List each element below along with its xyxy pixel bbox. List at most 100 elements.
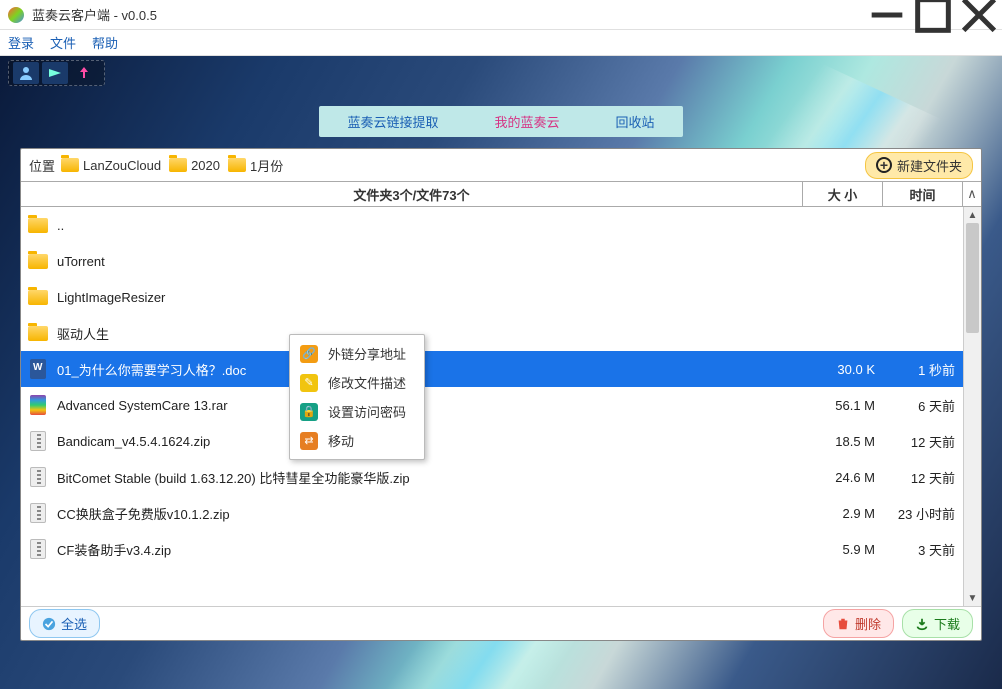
new-folder-label: 新建文件夹 — [897, 156, 962, 175]
table-row[interactable]: Advanced SystemCare 13.rar56.1 M6 天前 — [21, 387, 963, 423]
table-row[interactable]: uTorrent — [21, 243, 963, 279]
file-name: .. — [57, 218, 803, 233]
table-row[interactable]: BitComet Stable (build 1.63.12.20) 比特彗星全… — [21, 459, 963, 495]
menu-help[interactable]: 帮助 — [92, 33, 118, 52]
scroll-down-arrow-icon[interactable]: ▼ — [964, 590, 981, 606]
file-size: 2.9 M — [803, 506, 883, 521]
path-label: 位置 — [29, 156, 55, 175]
plus-circle-icon: + — [876, 157, 892, 173]
file-list: .. uTorrent LightImageResizer 驱动人生 01_为什么你需要… — [21, 207, 981, 606]
maximize-button[interactable] — [910, 0, 956, 30]
file-time: 12 天前 — [883, 432, 963, 451]
delete-button[interactable]: 删除 — [823, 609, 894, 638]
share-icon[interactable] — [42, 62, 68, 84]
file-time: 23 小时前 — [883, 504, 963, 523]
breadcrumb-item[interactable]: 2020 — [169, 156, 220, 175]
new-folder-button[interactable]: + 新建文件夹 — [865, 152, 973, 179]
file-size: 5.9 M — [803, 542, 883, 557]
context-menu-label: 外链分享地址 — [328, 344, 406, 363]
breadcrumb-item[interactable]: LanZouCloud — [61, 156, 161, 175]
context-menu: 🔗 外链分享地址 ✎修改文件描述🔒设置访问密码 ⇄ 移动 — [289, 334, 425, 460]
select-all-button[interactable]: 全选 — [29, 609, 100, 638]
vertical-scrollbar[interactable]: ▲ ▼ — [963, 207, 981, 606]
table-row[interactable]: 驱动人生 — [21, 315, 963, 351]
context-menu-icon: 🔗 — [300, 345, 318, 363]
breadcrumb-label: 2020 — [191, 158, 220, 173]
menu-bar: 登录 文件 帮助 — [0, 30, 1002, 56]
file-name: 驱动人生 — [57, 324, 803, 343]
file-name: uTorrent — [57, 254, 803, 269]
table-header: 文件夹3个/文件73个 大 小 时间 ∧ — [21, 181, 981, 207]
download-label: 下载 — [934, 614, 960, 633]
file-name: 01_为什么你需要学习人格？.doc — [57, 360, 803, 379]
zip-archive-icon — [30, 467, 46, 487]
file-size: 56.1 M — [803, 398, 883, 413]
context-menu-label: 移动 — [328, 431, 354, 450]
file-time: 1 秒前 — [883, 360, 963, 379]
folder-icon — [28, 326, 48, 341]
download-icon — [915, 617, 929, 631]
rar-archive-icon — [30, 395, 46, 415]
check-circle-icon — [42, 617, 56, 631]
breadcrumb-label: 1月份 — [250, 156, 283, 175]
select-all-label: 全选 — [61, 614, 87, 633]
action-bar: 全选 删除 下载 — [21, 606, 981, 640]
main-tabs: 蓝奏云链接提取 我的蓝奏云 回收站 — [0, 106, 1002, 137]
menu-login[interactable]: 登录 — [8, 33, 34, 52]
minimize-button[interactable] — [864, 0, 910, 30]
context-menu-item[interactable]: 🔗 外链分享地址 — [290, 339, 424, 368]
context-menu-icon: ⇄ — [300, 432, 318, 450]
scrollbar-thumb[interactable] — [966, 223, 979, 333]
app-logo-icon — [8, 7, 24, 23]
folder-icon — [169, 158, 187, 172]
breadcrumb: 位置 LanZouCloud 2020 1月份 + 新建文件夹 — [21, 149, 981, 181]
account-icon[interactable] — [13, 62, 39, 84]
file-name: Advanced SystemCare 13.rar — [57, 398, 803, 413]
folder-icon — [228, 158, 246, 172]
zip-archive-icon — [30, 431, 46, 451]
table-row[interactable]: Bandicam_v4.5.4.1624.zip18.5 M12 天前 — [21, 423, 963, 459]
file-name: CF装备助手v3.4.zip — [57, 540, 803, 559]
context-menu-item[interactable]: ⇄ 移动 — [290, 426, 424, 455]
title-bar: 蓝奏云客户端 - v0.0.5 — [0, 0, 1002, 30]
context-menu-item[interactable]: ✎修改文件描述 — [290, 368, 424, 397]
file-time: 12 天前 — [883, 468, 963, 487]
scroll-up-arrow-icon[interactable]: ▲ — [964, 207, 981, 223]
file-size: 30.0 K — [803, 362, 883, 377]
folder-icon — [61, 158, 79, 172]
table-row[interactable]: CC换肤盒子免费版v10.1.2.zip2.9 M23 小时前 — [21, 495, 963, 531]
tab-link-extract[interactable]: 蓝奏云链接提取 — [319, 106, 466, 137]
menu-file[interactable]: 文件 — [50, 33, 76, 52]
upload-icon[interactable] — [71, 62, 97, 84]
window-title: 蓝奏云客户端 - v0.0.5 — [32, 5, 157, 24]
col-header-time[interactable]: 时间 — [883, 182, 963, 206]
folder-icon — [28, 290, 48, 305]
file-name: LightImageResizer — [57, 290, 803, 305]
context-menu-label: 设置访问密码 — [328, 402, 406, 421]
close-button[interactable] — [956, 0, 1002, 30]
delete-label: 删除 — [855, 614, 881, 633]
folder-icon — [28, 218, 48, 233]
scroll-up-icon[interactable]: ∧ — [963, 182, 981, 206]
context-menu-label: 修改文件描述 — [328, 373, 406, 392]
zip-archive-icon — [30, 539, 46, 559]
table-row[interactable]: CF装备助手v3.4.zip5.9 M3 天前 — [21, 531, 963, 567]
content-area: 蓝奏云链接提取 我的蓝奏云 回收站 位置 LanZouCloud 2020 1月份 … — [0, 56, 1002, 689]
file-size: 24.6 M — [803, 470, 883, 485]
table-row[interactable]: LightImageResizer — [21, 279, 963, 315]
table-row[interactable]: .. — [21, 207, 963, 243]
folder-icon — [28, 254, 48, 269]
tab-recycle-bin[interactable]: 回收站 — [588, 106, 683, 137]
file-size: 18.5 M — [803, 434, 883, 449]
col-header-name[interactable]: 文件夹3个/文件73个 — [21, 182, 803, 206]
table-row[interactable]: 01_为什么你需要学习人格？.doc30.0 K1 秒前 — [21, 351, 963, 387]
download-button[interactable]: 下载 — [902, 609, 973, 638]
breadcrumb-item[interactable]: 1月份 — [228, 156, 283, 175]
quick-toolbar — [8, 60, 105, 86]
tab-my-cloud[interactable]: 我的蓝奏云 — [466, 106, 587, 137]
breadcrumb-label: LanZouCloud — [83, 158, 161, 173]
file-name: CC换肤盒子免费版v10.1.2.zip — [57, 504, 803, 523]
file-name: BitComet Stable (build 1.63.12.20) 比特彗星全… — [57, 468, 803, 487]
col-header-size[interactable]: 大 小 — [803, 182, 883, 206]
context-menu-item[interactable]: 🔒设置访问密码 — [290, 397, 424, 426]
